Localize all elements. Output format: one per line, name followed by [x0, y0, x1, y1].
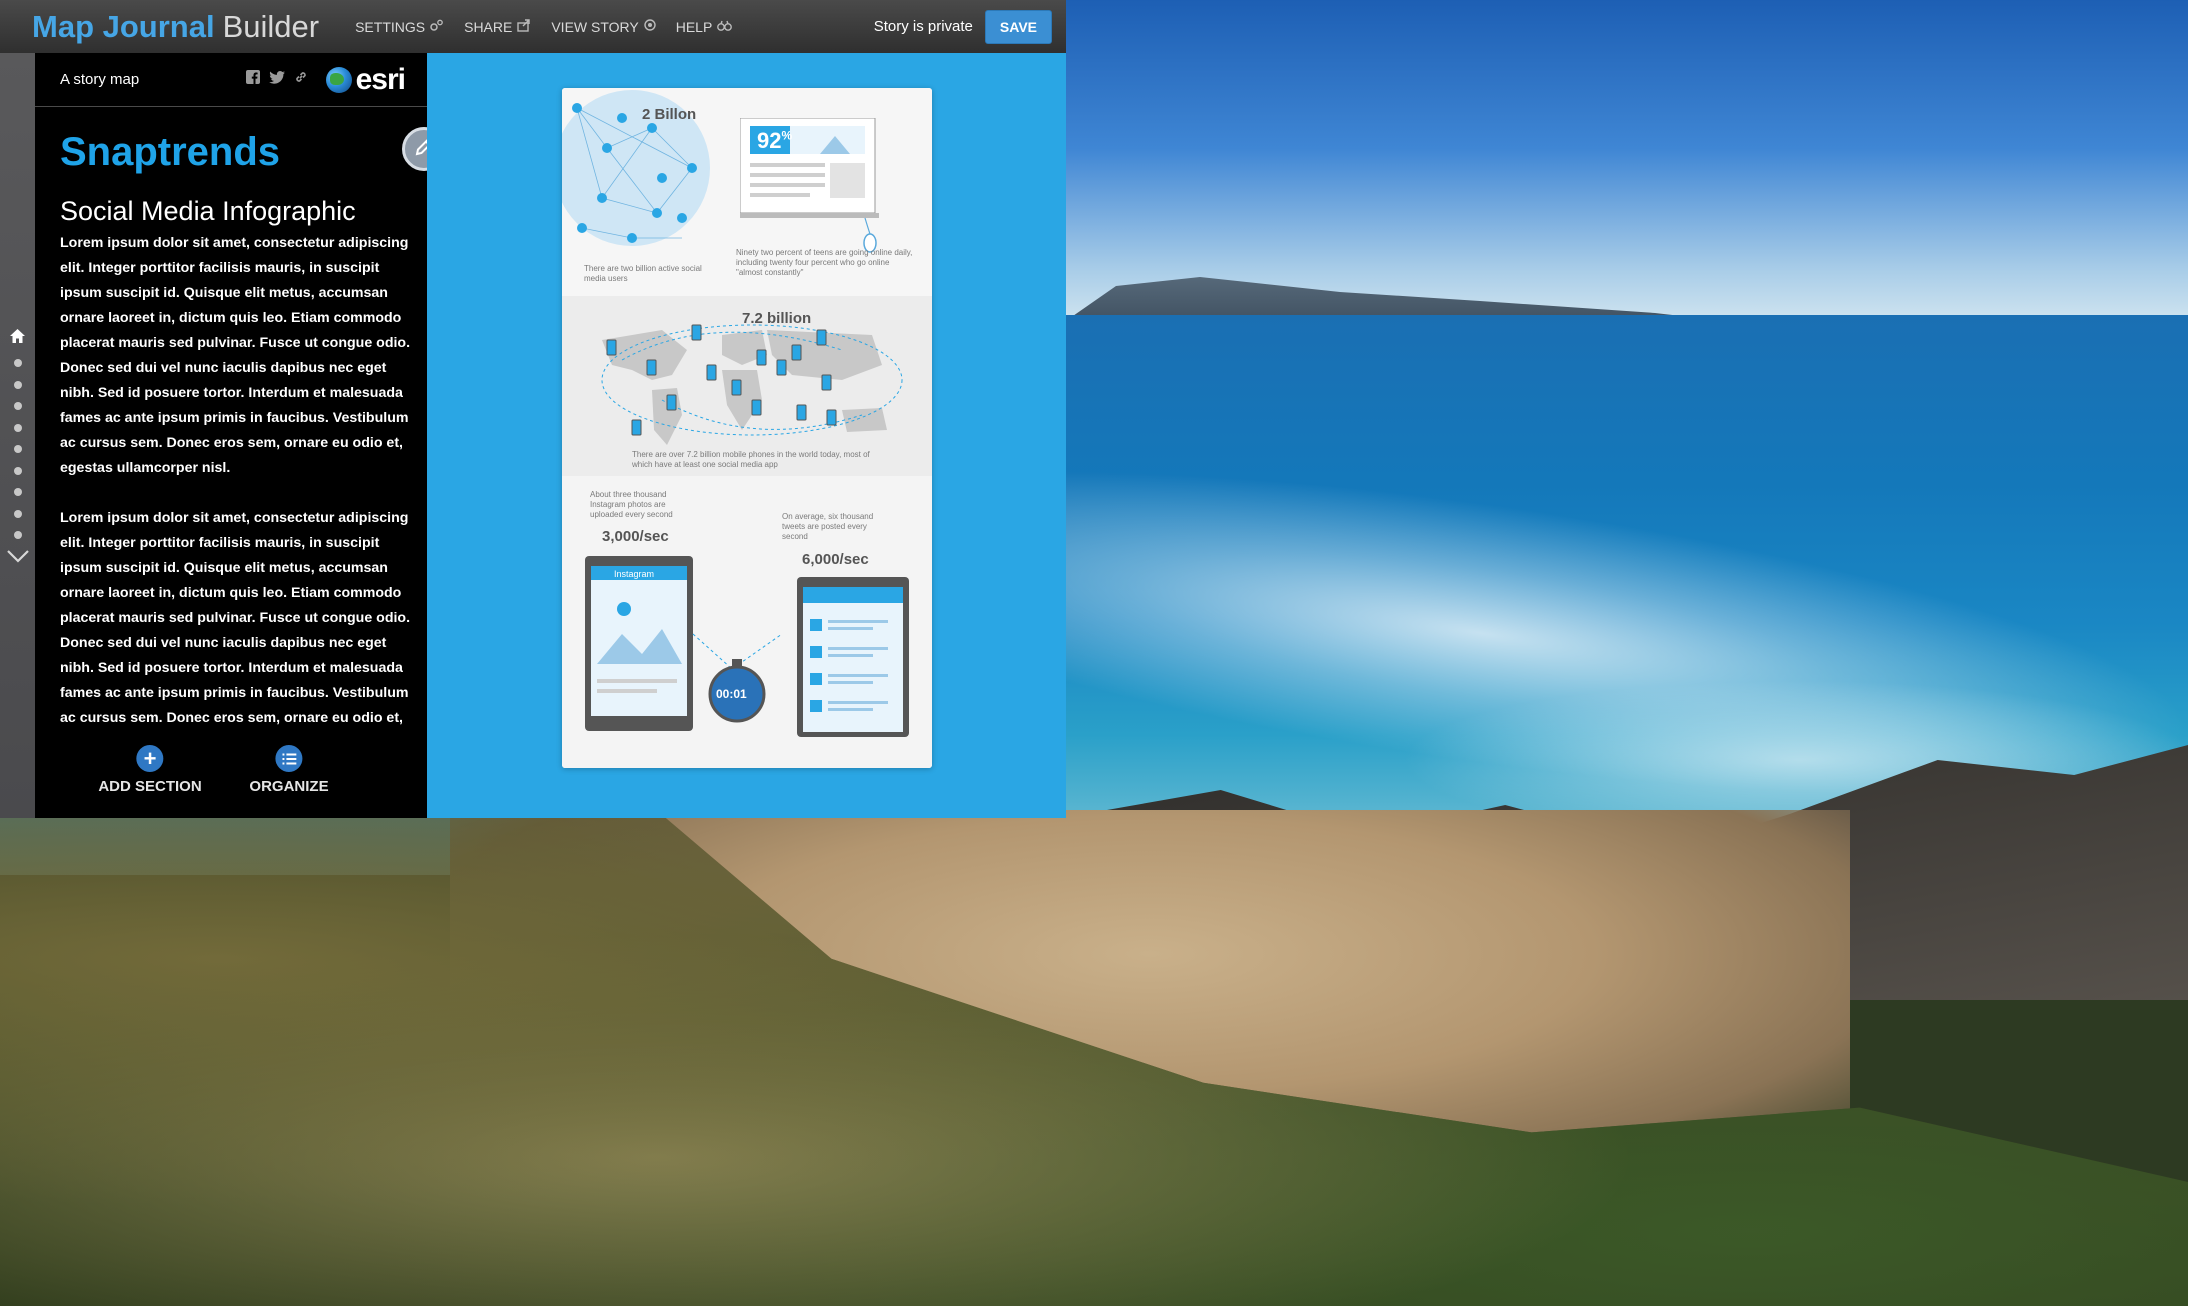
story-tagline: A story map: [60, 71, 140, 88]
builder-nav: SETTINGS SHARE VIEW STORY HELP: [335, 18, 733, 35]
builder-toolbar: Map Journal Builder SETTINGS SHARE VIEW S…: [0, 0, 1066, 53]
app-title-secondary: Builder: [222, 8, 320, 44]
timer-readout: 00:01: [716, 687, 747, 701]
section-paragraph: Lorem ipsum dolor sit amet, consectetur …: [60, 510, 411, 726]
privacy-status: Story is private: [873, 18, 973, 35]
section-nav-dot[interactable]: [14, 531, 22, 539]
panel-actions: + ADD SECTION ORGANIZE: [35, 745, 427, 818]
side-panel: A story map esri Snaptrends Social Media…: [35, 53, 427, 818]
plus-icon: +: [136, 745, 164, 772]
section-nav-dot[interactable]: [14, 488, 22, 496]
instagram-caption: About three thousand Instagram photos ar…: [590, 490, 673, 519]
link-icon[interactable]: [294, 70, 308, 89]
section-nav-dot[interactable]: [14, 466, 22, 475]
teens-stat: 92%: [757, 128, 792, 154]
globe-icon: [325, 66, 352, 93]
section-nav-dot[interactable]: [14, 359, 22, 367]
app-title-primary: Map Journal: [32, 8, 215, 44]
section-body: Lorem ipsum dolor sit amet, consectetur …: [60, 231, 415, 783]
users-stat: 2 Billon: [642, 106, 697, 123]
view-story-button[interactable]: VIEW STORY: [551, 18, 656, 35]
facebook-icon[interactable]: [245, 70, 260, 89]
users-caption: There are two billion active social medi…: [584, 264, 702, 283]
section-nav-dot[interactable]: [14, 445, 22, 453]
home-icon[interactable]: [9, 328, 26, 344]
instagram-label: Instagram: [614, 569, 655, 579]
save-button[interactable]: SAVE: [984, 9, 1052, 44]
binoculars-icon: [717, 19, 733, 34]
view-story-label: VIEW STORY: [551, 18, 639, 35]
list-icon: [275, 745, 303, 772]
add-section-label: ADD SECTION: [98, 778, 202, 795]
app-title: Map Journal Builder: [32, 9, 319, 45]
organize-label: ORGANIZE: [249, 778, 329, 795]
tweets-caption: On average, six thousand tweets are post…: [782, 512, 874, 541]
organize-button[interactable]: ORGANIZE: [249, 745, 329, 795]
share-button[interactable]: SHARE: [464, 19, 531, 35]
devices-graphic: [585, 556, 909, 737]
main-stage: 2 Billon There are two billion active so…: [427, 53, 1066, 818]
help-button[interactable]: HELP: [676, 19, 733, 35]
help-label: HELP: [675, 18, 713, 35]
world-map-graphic: [601, 324, 903, 445]
teens-number: 92: [757, 128, 782, 153]
twitter-icon[interactable]: [268, 70, 285, 89]
section-heading: Social Media Infographic: [60, 196, 356, 226]
share-icon: [517, 18, 531, 35]
eye-icon: [644, 19, 656, 34]
builder-bar-right: Story is private SAVE: [873, 9, 1052, 44]
esri-logo[interactable]: esri: [325, 62, 406, 97]
chevron-down-icon[interactable]: [6, 547, 30, 565]
settings-label: SETTINGS: [355, 18, 426, 35]
section-navigation: [0, 53, 35, 818]
instagram-rate: 3,000/sec: [602, 528, 669, 545]
infographic-section-users: 2 Billon There are two billion active so…: [562, 88, 932, 296]
infographic-section-uploads: About three thousand Instagram photos ar…: [562, 476, 932, 768]
gears-icon: [430, 19, 444, 34]
panel-header: A story map esri: [35, 53, 427, 107]
section-nav-dot[interactable]: [14, 380, 22, 389]
story-title: Snaptrends: [60, 130, 281, 174]
section-nav-dot[interactable]: [14, 423, 22, 432]
infographic-section-phones: 7.2 billion There are over 7.2 billion m…: [562, 296, 932, 476]
section-nav-dot[interactable]: [14, 402, 22, 410]
phones-caption: There are over 7.2 billion mobile phones…: [632, 450, 870, 469]
share-label: SHARE: [464, 18, 513, 35]
settings-button[interactable]: SETTINGS: [355, 19, 444, 35]
infographic-image: 2 Billon There are two billion active so…: [562, 88, 932, 768]
teens-percent-sign: %: [781, 128, 793, 143]
esri-logo-text: esri: [355, 62, 406, 96]
social-share: [237, 70, 308, 89]
section-paragraph: Lorem ipsum dolor sit amet, consectetur …: [60, 235, 411, 476]
teens-caption: Ninety two percent of teens are going on…: [736, 248, 913, 277]
add-section-button[interactable]: + ADD SECTION: [98, 745, 202, 795]
section-nav-dot[interactable]: [14, 509, 22, 518]
